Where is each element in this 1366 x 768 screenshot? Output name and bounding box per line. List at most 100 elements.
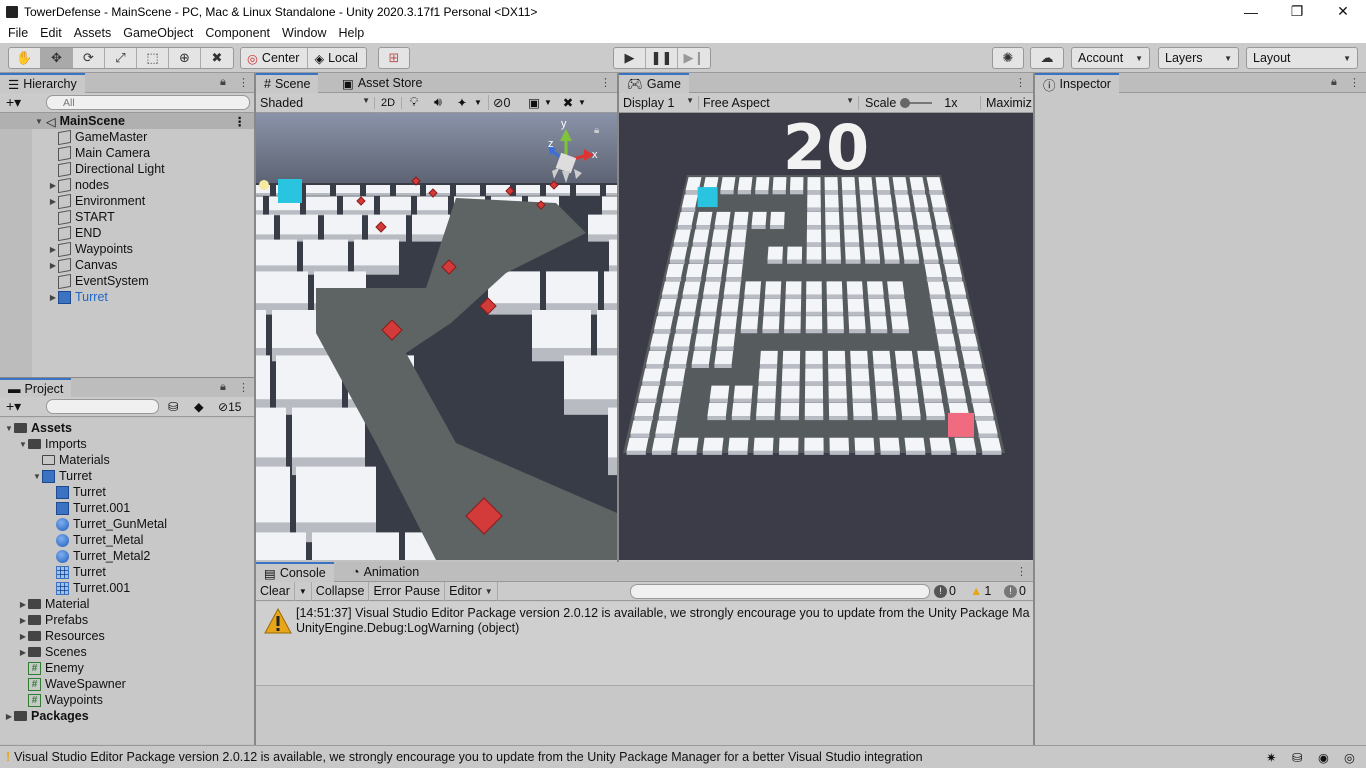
layers-dropdown[interactable]: Layers ▼ (1158, 47, 1239, 69)
chevron-right-icon[interactable]: ▶ (48, 293, 58, 302)
hierarchy-item[interactable]: ▶ Turret (48, 289, 108, 305)
pivot-mode-button[interactable]: ◎ Center (241, 48, 309, 68)
scale-thumb[interactable] (900, 97, 911, 108)
collab-button[interactable]: ☁ (1030, 47, 1064, 69)
hierarchy-item[interactable]: EventSystem (48, 273, 149, 289)
error-count-toggle[interactable]: ! 0 (1004, 584, 1026, 598)
project-item[interactable]: ▼ Turret (32, 468, 92, 484)
chevron-down-icon[interactable]: ▼ (32, 472, 42, 481)
warning-count-toggle[interactable]: ▲ 1 (970, 584, 991, 598)
chevron-right-icon[interactable]: ▶ (48, 245, 58, 254)
project-item[interactable]: ▶ Scenes (18, 644, 87, 660)
menu-window[interactable]: Window (276, 26, 332, 40)
project-item[interactable]: Materials (32, 452, 110, 468)
hierarchy-item[interactable]: ▶ Canvas (48, 257, 117, 273)
panel-menu-icon[interactable]: ⋮ (1349, 76, 1360, 89)
editor-target-dropdown[interactable]: Editor ▼ (445, 581, 498, 601)
chevron-down-icon[interactable]: ▼ (34, 117, 44, 126)
transform-tool-icon[interactable]: ⊕ (169, 48, 201, 68)
project-search-input[interactable] (46, 399, 159, 414)
hierarchy-item[interactable]: ▶ Waypoints (48, 241, 133, 257)
panel-menu-icon[interactable]: ⋮ (1015, 76, 1026, 89)
menu-help[interactable]: Help (332, 26, 370, 40)
chevron-right-icon[interactable]: ▶ (18, 648, 28, 657)
console-log-entry[interactable]: [14:51:37] Visual Studio Editor Package … (256, 602, 1033, 686)
rotate-tool-icon[interactable]: ⟳ (73, 48, 105, 68)
auto-generate-lighting-icon[interactable]: ◉ (1318, 750, 1329, 765)
menu-assets[interactable]: Assets (68, 26, 118, 40)
hierarchy-item[interactable]: ▶ Environment (48, 193, 145, 209)
panel-menu-icon[interactable]: ⋮ (238, 76, 249, 89)
cloud-icon[interactable]: ☁ (1031, 48, 1063, 68)
project-item[interactable]: # Waypoints (18, 692, 103, 708)
lock-icon[interactable]: 🔒︎ (220, 76, 226, 89)
panel-menu-icon[interactable]: ⋮ (600, 76, 611, 89)
hand-tool-icon[interactable]: ✋ (9, 48, 41, 68)
tab-console[interactable]: ▤ Console (256, 562, 334, 582)
scale-tool-icon[interactable]: ⤢ (105, 48, 137, 68)
chevron-right-icon[interactable]: ▶ (18, 632, 28, 641)
project-item[interactable]: Turret.001 (46, 500, 130, 516)
chevron-down-icon[interactable]: ▼ (544, 98, 558, 107)
services-button[interactable]: ✺ (992, 47, 1024, 69)
hierarchy-item[interactable]: START (48, 209, 115, 225)
scene-menu-icon[interactable]: ⋮ (234, 114, 247, 129)
chevron-right-icon[interactable]: ▶ (48, 181, 58, 190)
project-item[interactable]: # Enemy (18, 660, 84, 676)
chevron-right-icon[interactable]: ▶ (48, 261, 58, 270)
project-item[interactable]: Turret.001 (46, 580, 130, 596)
minimize-button[interactable]: — (1228, 0, 1274, 23)
layout-dropdown[interactable]: Layout ▼ (1246, 47, 1358, 69)
hierarchy-item[interactable]: Main Camera (48, 145, 150, 161)
tab-hierarchy[interactable]: ☰ Hierarchy (0, 73, 85, 93)
info-count-toggle[interactable]: ! 0 (934, 584, 956, 598)
add-object-button[interactable]: +▾ (6, 94, 21, 111)
chevron-down-icon[interactable]: ▼ (578, 98, 592, 107)
hierarchy-search-input[interactable]: All (46, 95, 250, 110)
scene-row[interactable]: ▼ ◁ MainScene ⋮ (0, 113, 254, 129)
clear-button[interactable]: Clear (256, 581, 295, 601)
create-asset-button[interactable]: +▾ (6, 398, 21, 415)
hidden-objects-toggle[interactable]: ⊘0 (488, 95, 524, 110)
camera-settings-icon[interactable]: ▣ (524, 95, 544, 110)
filter-by-label-icon[interactable]: ◆ (194, 399, 204, 414)
lock-icon[interactable]: 🔒︎ (1331, 76, 1337, 89)
chevron-right-icon[interactable]: ▶ (18, 616, 28, 625)
project-item[interactable]: ▶ Material (18, 596, 90, 612)
close-button[interactable]: ✕ (1320, 0, 1366, 23)
gizmos-tools-icon[interactable]: ✖ (558, 95, 578, 110)
project-item[interactable]: Turret_GunMetal (46, 516, 167, 532)
lock-icon[interactable]: 🔒︎ (594, 125, 599, 136)
effects-icon[interactable]: ✦ (450, 95, 474, 110)
hierarchy-item[interactable]: GameMaster (48, 129, 147, 145)
menu-edit[interactable]: Edit (34, 26, 68, 40)
chevron-down-icon[interactable]: ▼ (18, 440, 28, 449)
move-tool-icon[interactable]: ✥ (41, 48, 73, 68)
maximize-on-play-toggle[interactable]: Maximiz (981, 96, 1032, 110)
bug-report-icon[interactable]: ✷ (1266, 750, 1276, 765)
project-item[interactable]: ▶ Resources (18, 628, 105, 644)
pause-button[interactable]: ❚❚ (646, 48, 678, 68)
tab-scene[interactable]: # Scene (256, 73, 319, 93)
lighting-icon[interactable]: 💡︎ (402, 95, 426, 110)
tab-animation[interactable]: ◔ Animation (344, 562, 427, 582)
status-bar[interactable]: ! Visual Studio Editor Package version 2… (0, 745, 1366, 768)
play-button[interactable]: ▶ (614, 48, 646, 68)
scale-slider[interactable]: Scale 1x (859, 95, 981, 110)
chevron-right-icon[interactable]: ▶ (4, 712, 14, 721)
project-item[interactable]: ▶ Packages (4, 708, 89, 724)
progress-icon[interactable]: ◎ (1344, 750, 1355, 765)
collapse-toggle[interactable]: Collapse (312, 581, 370, 601)
chevron-down-icon[interactable]: ▼ (4, 424, 14, 433)
aspect-dropdown[interactable]: Free Aspect ▼ (699, 95, 859, 110)
rect-tool-icon[interactable]: ⬚ (137, 48, 169, 68)
step-button[interactable]: ▶❙ (678, 48, 710, 68)
project-item[interactable]: ▼ Assets (4, 420, 72, 436)
tab-game[interactable]: 🎮︎ Game (619, 73, 689, 93)
display-dropdown[interactable]: Display 1 ▼ (619, 95, 699, 110)
shading-dropdown[interactable]: Shaded ▼ (256, 96, 374, 110)
maximize-button[interactable]: ❐ (1274, 0, 1320, 23)
tab-asset-store[interactable]: ▣ Asset Store (334, 73, 430, 93)
audio-icon[interactable]: 🔊︎ (426, 95, 450, 110)
hierarchy-item[interactable]: Directional Light (48, 161, 165, 177)
